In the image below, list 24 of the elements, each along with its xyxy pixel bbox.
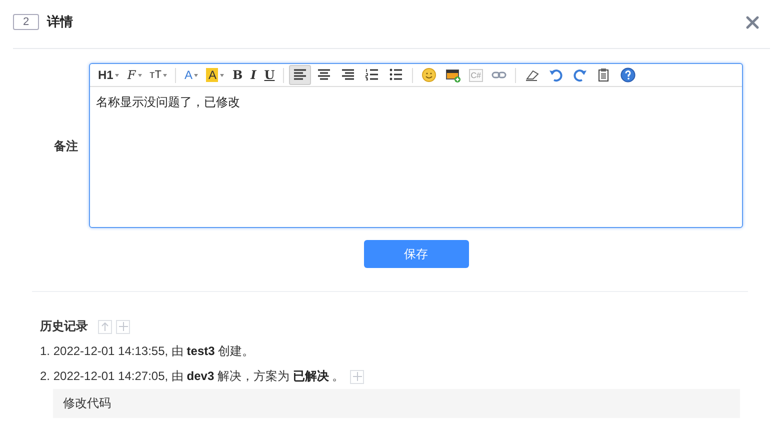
caret-icon[interactable] xyxy=(194,74,198,76)
align-left-icon[interactable] xyxy=(288,65,311,85)
forecolor-button[interactable]: A xyxy=(181,65,202,85)
highlight-button[interactable]: A xyxy=(203,65,228,85)
caret-icon[interactable] xyxy=(115,74,120,76)
italic-button[interactable]: I xyxy=(248,65,260,85)
dialog-title: 详情 xyxy=(47,13,73,31)
caret-icon[interactable] xyxy=(163,74,168,76)
bold-button[interactable]: B xyxy=(229,65,246,85)
heading-button[interactable]: H1 xyxy=(95,65,122,85)
history-entry: 2. 2022-12-01 14:27:05, 由 dev3 解决，方案为 已解决 。 xyxy=(40,368,344,385)
caret-icon[interactable] xyxy=(220,74,224,76)
index-badge: 2 xyxy=(13,14,39,30)
field-label: 备注 xyxy=(53,138,78,155)
history-title: 历史记录 xyxy=(40,318,88,335)
underline-button[interactable]: U xyxy=(261,65,278,85)
close-icon[interactable] xyxy=(746,16,759,28)
font-button[interactable]: F xyxy=(124,65,145,85)
comment-box: 修改代码 xyxy=(53,389,740,418)
history-entry: 1. 2022-12-01 14:13:55, 由 test3 创建。 xyxy=(40,343,254,360)
rich-text-editor[interactable]: H1 F ᴛT A A B I U C# 名称显示没问题了，已修改 xyxy=(89,63,743,228)
size-button[interactable]: ᴛT xyxy=(146,65,170,85)
caret-icon[interactable] xyxy=(138,74,142,76)
editor-text: 名称显示没问题了，已修改 xyxy=(95,94,241,111)
